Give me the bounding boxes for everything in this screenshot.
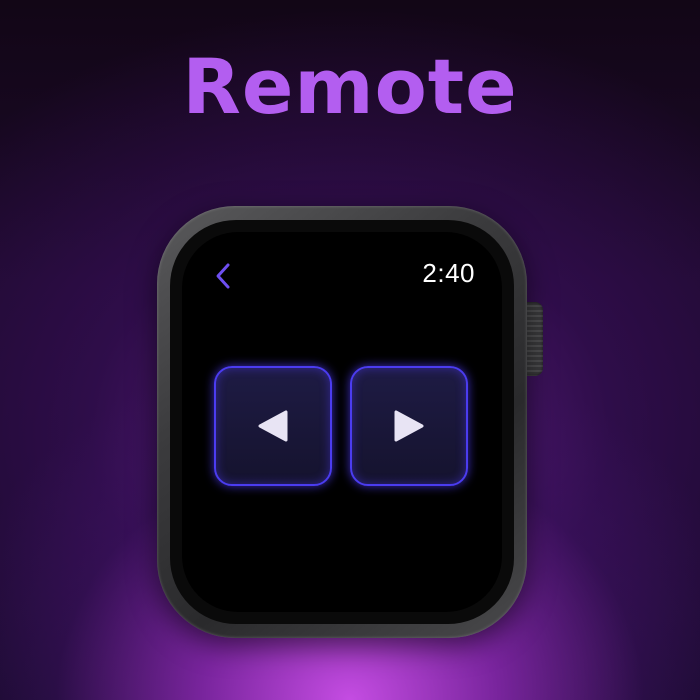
status-time: 2:40 — [422, 258, 475, 288]
chevron-left-icon — [216, 263, 230, 289]
next-button[interactable] — [350, 366, 468, 486]
play-left-triangle-icon — [258, 410, 288, 442]
back-button[interactable] — [208, 260, 238, 292]
page-title: Remote — [182, 42, 518, 131]
play-right-triangle-icon — [394, 410, 424, 442]
previous-button[interactable] — [214, 366, 332, 486]
